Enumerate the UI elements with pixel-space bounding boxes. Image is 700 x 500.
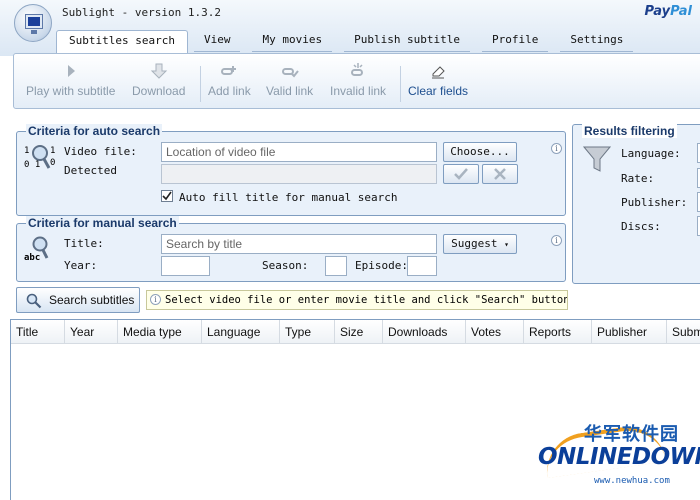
clear-fields-button[interactable]: Clear fields [408,62,468,98]
auto-search-title: Criteria for auto search [26,124,163,138]
info-icon[interactable]: i [551,235,562,246]
play-with-subtitle-button[interactable]: Play with subtitle [26,62,115,98]
grid-header: Title Year Media type Language Type Size… [11,320,700,344]
close-icon [494,168,506,180]
app-logo-icon[interactable] [14,4,52,42]
season-input[interactable] [325,256,347,276]
tab-subtitles-search[interactable]: Subtitles search [56,30,188,53]
title-label: Title: [64,237,104,250]
download-button[interactable]: Download [132,62,185,98]
column-reports[interactable]: Reports [524,320,592,344]
search-icon [26,293,42,309]
suggest-button[interactable]: Suggest ▾ [443,234,517,254]
add-link-icon [221,66,237,75]
tab-settings[interactable]: Settings [560,30,634,52]
tab-view[interactable]: View [193,30,241,52]
info-icon: i [150,294,161,305]
confirm-detected-button[interactable] [443,164,479,184]
autofill-label: Auto fill title for manual search [179,191,398,204]
results-filtering-title: Results filtering [582,124,677,138]
reject-detected-button[interactable] [482,164,518,184]
download-icon [150,63,167,79]
year-label: Year: [64,259,98,272]
column-title[interactable]: Title [11,320,65,344]
invalid-link-button[interactable]: Invalid link [330,62,386,98]
choose-file-button[interactable]: Choose... [443,142,517,162]
title-input[interactable]: Search by title [161,234,437,254]
watermark-chinese-text: 华军软件园 [584,424,679,445]
language-filter-label: Language: [621,147,681,160]
column-downloads[interactable]: Downloads [383,320,466,344]
paypal-logo[interactable]: PayPal [645,4,692,19]
valid-link-button[interactable]: Valid link [266,62,313,98]
column-votes[interactable]: Votes [466,320,524,344]
chevron-down-icon: ▾ [504,240,509,249]
video-detect-icon: 1 1 0 1 0 [24,145,56,170]
manual-search-icon: abc [24,236,54,266]
column-year[interactable]: Year [65,320,118,344]
add-link-button[interactable]: Add link [208,62,251,98]
rate-filter-label: Rate: [621,172,655,185]
info-icon[interactable]: i [551,143,562,154]
invalid-link-icon [351,63,364,76]
column-type[interactable]: Type [280,320,335,344]
filter-funnel-icon [583,146,611,172]
manual-search-title: Criteria for manual search [26,216,179,230]
detected-field [161,164,437,184]
publisher-filter-label: Publisher: [621,196,688,209]
season-label: Season: [262,259,309,272]
valid-link-icon [281,68,299,78]
watermark-logo: ONLINEDOWN [538,444,700,470]
results-filtering-group: Language: Rate: Publisher: Discs: [572,124,700,284]
tab-my-movies[interactable]: My movies [252,30,333,52]
toolbar-separator [400,66,401,102]
tab-publish-subtitle[interactable]: Publish subtitle [344,30,471,52]
search-hint: i Select video file or enter movie title… [146,290,568,310]
toolbar-separator [200,66,201,102]
play-icon [67,65,75,77]
watermark-url: www.newhua.com [594,476,670,486]
discs-filter-label: Discs: [621,220,661,233]
main-tabs: Subtitles search View My movies Publish … [56,30,634,53]
column-publisher[interactable]: Publisher [592,320,667,344]
year-input[interactable] [161,256,210,276]
episode-input[interactable] [407,256,437,276]
check-icon [454,168,468,180]
autofill-checkbox[interactable] [161,190,173,202]
eraser-icon [432,66,445,79]
video-file-label: Video file: [64,145,137,158]
tab-profile[interactable]: Profile [482,30,549,52]
column-size[interactable]: Size [335,320,383,344]
column-submitted[interactable]: Submi [667,320,700,344]
toolbar-ribbon: Play with subtitle Download Add link Val… [13,53,700,109]
onlinedown-watermark: 华军软件园 ONLINEDOWN www.newhua.com [536,418,700,498]
episode-label: Episode: [355,259,408,272]
detected-label: Detected [64,164,117,177]
search-subtitles-button[interactable]: Search subtitles [16,287,140,313]
app-title: Sublight - version 1.3.2 [62,6,221,19]
checkmark-icon [162,191,172,201]
column-media-type[interactable]: Media type [118,320,202,344]
video-file-input[interactable]: Location of video file [161,142,437,162]
column-language[interactable]: Language [202,320,280,344]
